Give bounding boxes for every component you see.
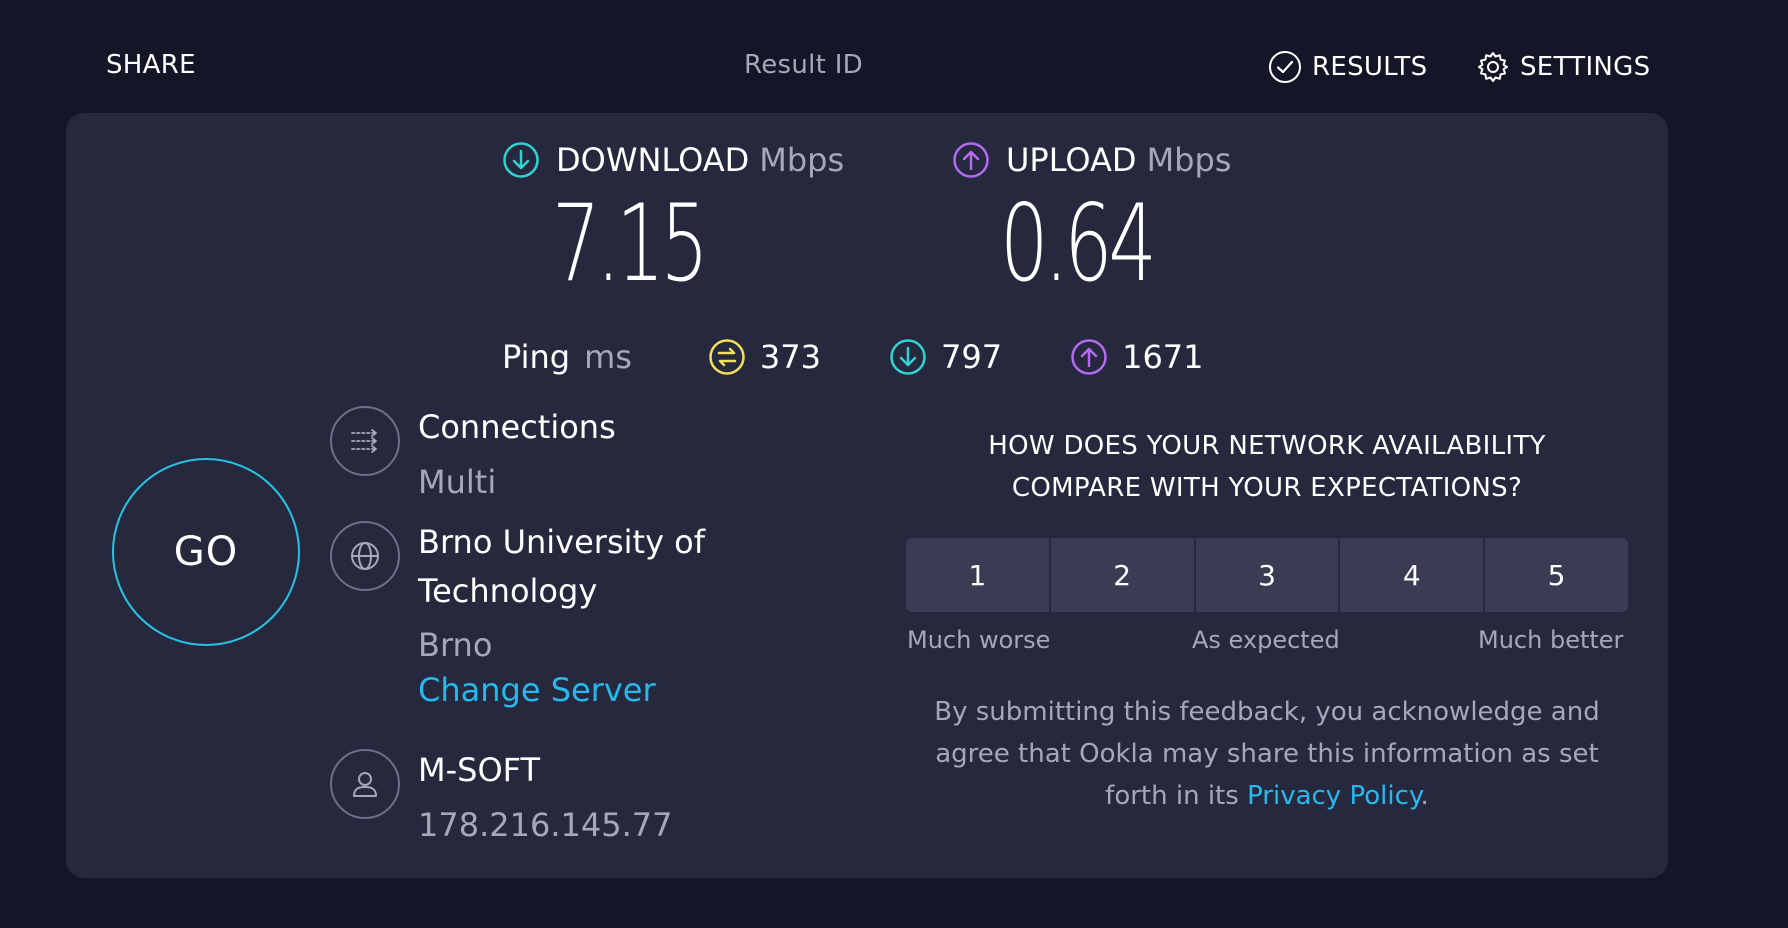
connections-value: Multi xyxy=(418,463,497,501)
connections-title: Connections xyxy=(418,408,616,446)
disclaimer-line2: agree that Ookla may share this informat… xyxy=(935,739,1599,769)
ping-idle: 373 xyxy=(708,338,821,376)
multi-connections-icon xyxy=(351,429,377,453)
results-button[interactable]: RESULTS xyxy=(1268,50,1427,84)
disclaimer-line3-prefix: forth in its xyxy=(1105,781,1248,811)
rating-button-5[interactable]: 5 xyxy=(1483,538,1628,612)
gear-icon xyxy=(1478,52,1508,82)
scale-mid-label: As expected xyxy=(1192,626,1340,654)
ping-idle-value: 373 xyxy=(759,338,821,376)
scale-high-label: Much better xyxy=(1478,626,1624,654)
ping-upload-value: 1671 xyxy=(1122,338,1204,376)
provider-icon xyxy=(330,749,400,819)
idle-ping-icon xyxy=(709,339,745,375)
download-label: DOWNLOAD xyxy=(556,141,750,179)
server-icon xyxy=(330,521,400,591)
ping-upload: 1671 xyxy=(1070,338,1204,376)
upload-label: UPLOAD xyxy=(1006,141,1137,179)
feedback-question: HOW DOES YOUR NETWORK AVAILABILITY COMPA… xyxy=(906,425,1628,509)
globe-icon xyxy=(351,542,379,570)
change-server-link[interactable]: Change Server xyxy=(418,665,656,715)
rating-scale: 1 2 3 4 5 xyxy=(906,538,1628,612)
results-panel: DOWNLOAD Mbps 7.15 UPLOAD Mbps 0.64 Ping… xyxy=(66,113,1668,878)
connections-icon xyxy=(330,406,400,476)
download-arrow-icon xyxy=(503,142,539,178)
results-label: RESULTS xyxy=(1312,52,1428,82)
top-bar: SHARE Result ID RESULTS SETTINGS xyxy=(0,0,1788,110)
download-unit: Mbps xyxy=(759,141,845,179)
rating-button-4[interactable]: 4 xyxy=(1338,538,1484,612)
download-speed-value: 7.15 xyxy=(552,182,709,305)
disclaimer-suffix: . xyxy=(1420,781,1429,811)
ping-unit: ms xyxy=(584,338,632,376)
disclaimer-line3: forth in its Privacy Policy. xyxy=(926,775,1608,817)
rating-button-1[interactable]: 1 xyxy=(906,538,1049,612)
settings-button[interactable]: SETTINGS xyxy=(1476,50,1650,84)
upload-ping-icon xyxy=(1071,339,1107,375)
upload-arrow-icon xyxy=(953,142,989,178)
provider-ip: 178.216.145.77 xyxy=(418,806,673,844)
download-header: DOWNLOAD Mbps xyxy=(502,141,844,179)
user-icon xyxy=(353,772,377,797)
server-location: Brno xyxy=(418,626,493,664)
rating-button-3[interactable]: 3 xyxy=(1193,538,1339,612)
scale-low-label: Much worse xyxy=(907,626,1051,654)
ping-label: Ping xyxy=(502,338,571,376)
provider-name: M-SOFT xyxy=(418,751,541,789)
result-id-label: Result ID xyxy=(744,50,863,80)
disclaimer-line1: By submitting this feedback, you acknowl… xyxy=(934,697,1600,727)
ping-download: 797 xyxy=(889,338,1002,376)
rating-button-2[interactable]: 2 xyxy=(1048,538,1194,612)
settings-label: SETTINGS xyxy=(1520,52,1651,82)
upload-unit: Mbps xyxy=(1146,141,1232,179)
feedback-disclaimer: By submitting this feedback, you acknowl… xyxy=(926,691,1608,817)
upload-header: UPLOAD Mbps xyxy=(952,141,1231,179)
share-button[interactable]: SHARE xyxy=(106,50,196,80)
ping-download-value: 797 xyxy=(941,338,1003,376)
server-name-line1: Brno University of xyxy=(418,523,706,561)
ping-row: Ping ms 373 797 1671 xyxy=(502,329,1204,385)
check-circle-icon xyxy=(1269,51,1301,83)
upload-speed-value: 0.64 xyxy=(1000,182,1157,305)
privacy-policy-link[interactable]: Privacy Policy xyxy=(1247,781,1420,811)
server-name-line2: Technology xyxy=(418,572,598,610)
download-ping-icon xyxy=(890,339,926,375)
feedback-question-line1: HOW DOES YOUR NETWORK AVAILABILITY xyxy=(988,431,1546,461)
feedback-question-line2: COMPARE WITH YOUR EXPECTATIONS? xyxy=(1011,473,1523,503)
go-button[interactable]: GO xyxy=(112,458,300,646)
